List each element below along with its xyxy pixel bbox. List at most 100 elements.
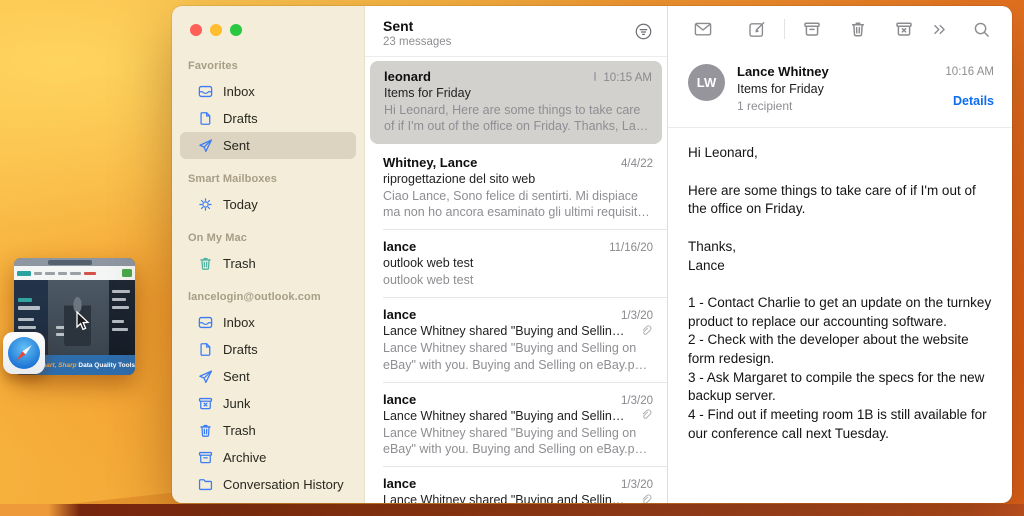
draft-icon <box>200 343 211 356</box>
sent-icon <box>199 139 213 153</box>
sidebar-item-account-sent[interactable]: Sent <box>180 363 356 390</box>
sidebar-item-conversation-history[interactable]: Conversation History <box>180 471 356 498</box>
sidebar-item-account-drafts[interactable]: Drafts <box>180 336 356 363</box>
thumb-browser-toolbar <box>14 266 135 280</box>
thumb-menu-item <box>58 271 67 275</box>
sidebar-item-account-archive[interactable]: Archive <box>180 444 356 471</box>
sidebar-item-trash-local[interactable]: Trash <box>180 250 356 277</box>
mail-sidebar: Favorites Inbox Drafts Sent Smart Mailbo… <box>172 6 365 503</box>
message-row[interactable]: lance 1/3/20 Lance Whitney shared "Buying… <box>365 383 667 468</box>
body-paragraph: Here are some things to take care of if … <box>688 182 976 217</box>
sent-icon <box>199 370 213 384</box>
mail-window: Favorites Inbox Drafts Sent Smart Mailbo… <box>172 6 1012 503</box>
compose-button[interactable] <box>744 16 770 42</box>
body-signoff: Thanks, <box>688 238 737 254</box>
search-icon <box>974 22 989 37</box>
sender-name: Lance Whitney <box>737 64 829 79</box>
sidebar-section-smart-mailboxes: Smart Mailboxes Today <box>172 173 364 218</box>
message-time: 1/3/20 <box>621 479 653 492</box>
more-toolbar-items-button[interactable] <box>926 16 952 42</box>
message-subject: outlook web test <box>383 256 474 270</box>
sidebar-item-sent[interactable]: Sent <box>180 132 356 159</box>
trash-icon <box>200 257 211 270</box>
minimize-button[interactable] <box>210 24 222 36</box>
desktop: Smart, Sharp Data Quality Tools Favorite… <box>0 0 1024 516</box>
search-button[interactable] <box>968 16 994 42</box>
sidebar-item-label: Drafts <box>223 342 258 357</box>
delete-button[interactable] <box>845 16 871 42</box>
mail-toolbar <box>668 6 1012 52</box>
thumb-tab-bar <box>14 258 135 266</box>
message-list: Sent 23 messages leonard 10:15 AM Items f… <box>365 6 667 503</box>
sidebar-item-account-inbox[interactable]: Inbox <box>180 309 356 336</box>
message-sender: lance <box>383 391 417 407</box>
trash-icon <box>200 424 211 437</box>
sidebar-item-label: Drafts <box>223 111 258 126</box>
message-time: 10:15 AM <box>603 72 652 84</box>
chevron-double-right-icon <box>933 24 945 34</box>
message-row[interactable]: Whitney, Lance 4/4/22 riprogettazione del… <box>365 146 667 231</box>
message-time: 4/4/22 <box>621 157 653 170</box>
message-preview: outlook web test <box>383 273 474 287</box>
sidebar-item-account-junk[interactable]: Junk <box>180 390 356 417</box>
junk-button[interactable] <box>891 16 917 42</box>
message-sender: leonard <box>384 69 431 84</box>
details-link[interactable]: Details <box>945 94 994 108</box>
message-time: 1/3/20 <box>621 394 653 407</box>
sidebar-section-favorites: Favorites Inbox Drafts Sent <box>172 60 364 159</box>
thumb-hero-right <box>109 280 135 355</box>
archive-button[interactable] <box>799 16 825 42</box>
message-sender: Whitney, Lance <box>383 154 478 170</box>
message-header-text: Lance Whitney Items for Friday 1 recipie… <box>737 64 829 113</box>
sidebar-section-account: lancelogin@outlook.com Inbox Drafts Sent… <box>172 291 364 498</box>
attachment-icon <box>642 409 652 420</box>
message-row[interactable]: lance 1/3/20 Lance Whitney shared "Buying… <box>365 467 667 503</box>
sidebar-item-label: Archive <box>223 450 267 465</box>
compose-icon <box>749 22 765 37</box>
message-header: LW Lance Whitney Items for Friday 1 reci… <box>668 52 1012 128</box>
sidebar-item-label: Sent <box>223 369 250 384</box>
message-list-header: Sent 23 messages <box>365 6 667 57</box>
sidebar-item-inbox[interactable]: Inbox <box>180 78 356 105</box>
sidebar-item-label: Junk <box>223 396 251 411</box>
inbox-icon <box>198 316 213 329</box>
message-header-right: 10:16 AM Details <box>945 66 994 108</box>
thumb-tab <box>48 259 92 265</box>
body-list-item: 3 - Ask Margaret to compile the specs fo… <box>688 369 985 404</box>
folder-icon <box>198 479 213 491</box>
thumb-banner-text: Smart, Sharp Data Quality Tools <box>36 362 135 369</box>
thumb-menu-item <box>34 271 42 275</box>
message-row-selected[interactable]: leonard 10:15 AM Items for Friday Hi Leon… <box>370 61 662 144</box>
message-preview: Hi Leonard, Here are some things to take… <box>384 103 649 134</box>
message-row[interactable]: lance 11/16/20 outlook web test outlook w… <box>365 230 667 299</box>
sidebar-item-today[interactable]: Today <box>180 191 356 218</box>
message-time: 10:16 AM <box>945 66 994 78</box>
sidebar-item-label: Conversation History <box>223 477 344 492</box>
body-list-item: 4 - Find out if meeting room 1B is still… <box>688 406 987 441</box>
message-indicator <box>594 72 597 81</box>
get-mail-button[interactable] <box>690 16 716 42</box>
message-row[interactable]: lance 1/3/20 Lance Whitney shared "Buying… <box>365 298 667 383</box>
section-title: Favorites <box>188 60 238 72</box>
message-sender: lance <box>383 239 417 254</box>
message-body: Hi Leonard, Here are some things to take… <box>668 128 1012 459</box>
recipient-count: 1 recipient <box>737 99 793 113</box>
thumb-menu-item <box>70 271 81 275</box>
message-subject: riprogettazione del sito web <box>383 171 536 186</box>
sidebar-item-drafts[interactable]: Drafts <box>180 105 356 132</box>
sidebar-section-on-my-mac: On My Mac Trash <box>172 232 364 277</box>
thumb-site-logo <box>17 270 31 276</box>
filter-button[interactable] <box>634 22 653 46</box>
safari-icon[interactable] <box>3 332 45 374</box>
gear-icon <box>199 198 212 211</box>
reading-pane: LW Lance Whitney Items for Friday 1 reci… <box>667 6 1012 503</box>
message-rows: leonard 10:15 AM Items for Friday Hi Leon… <box>365 57 667 503</box>
filter-icon <box>635 23 652 40</box>
body-list-item: 1 - Contact Charlie to get an update on … <box>688 295 992 329</box>
account-title: lancelogin@outlook.com <box>188 291 321 303</box>
close-button[interactable] <box>190 24 202 36</box>
sidebar-item-account-trash[interactable]: Trash <box>180 417 356 444</box>
message-subject: Items for Friday <box>384 86 471 100</box>
zoom-button[interactable] <box>230 24 242 36</box>
section-title: Smart Mailboxes <box>188 173 277 185</box>
